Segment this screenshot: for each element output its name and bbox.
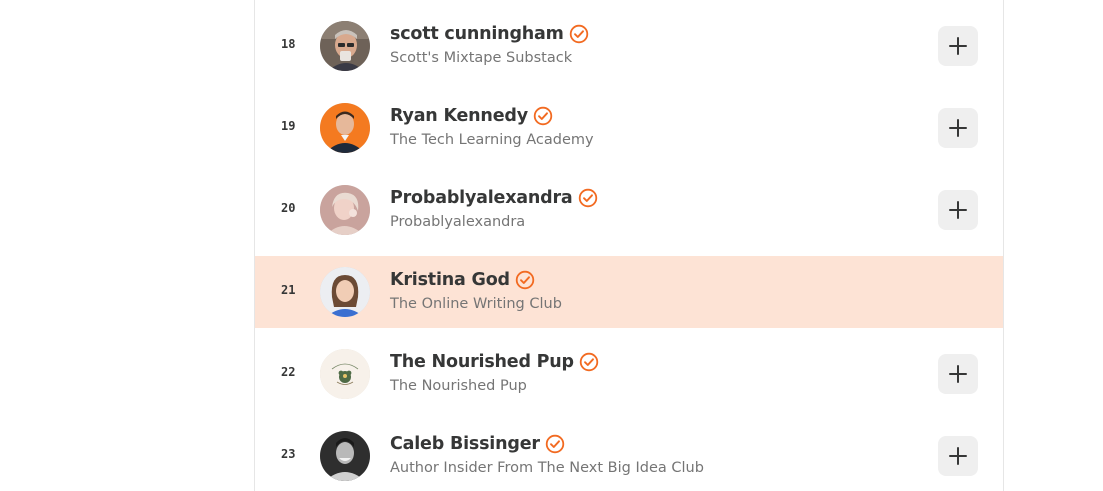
plus-icon <box>949 119 967 137</box>
verified-check-icon <box>579 352 599 372</box>
author-name[interactable]: Caleb Bissinger <box>390 434 540 454</box>
rank-number: 22 <box>281 365 296 379</box>
plus-icon <box>949 365 967 383</box>
add-subscribe-button[interactable] <box>938 108 978 148</box>
rank-number: 19 <box>281 119 296 133</box>
name-line: scott cunningham <box>390 21 589 47</box>
publication-name[interactable]: The Nourished Pup <box>390 378 527 394</box>
name-line: The Nourished Pup <box>390 349 599 375</box>
list-item[interactable]: 23 Caleb Bissinger Author Insider From T… <box>255 420 1003 491</box>
publication-name[interactable]: Author Insider From The Next Big Idea Cl… <box>390 460 704 476</box>
verified-check-icon <box>569 24 589 44</box>
avatar[interactable] <box>320 349 370 399</box>
author-name[interactable]: Probablyalexandra <box>390 188 573 208</box>
list-item[interactable]: 22 The Nourished Pup The Nourished Pup <box>255 338 1003 410</box>
plus-icon <box>949 37 967 55</box>
avatar[interactable] <box>320 21 370 71</box>
verified-check-icon <box>578 188 598 208</box>
add-subscribe-button[interactable] <box>938 436 978 476</box>
avatar[interactable] <box>320 267 370 317</box>
rank-number: 21 <box>281 283 296 297</box>
name-line: Caleb Bissinger <box>390 431 565 457</box>
publication-name[interactable]: The Online Writing Club <box>390 296 562 312</box>
author-name[interactable]: Ryan Kennedy <box>390 106 528 126</box>
name-line: Kristina God <box>390 267 535 293</box>
list-item[interactable]: 18 scott cunningham Scott's Mixtape Subs… <box>255 10 1003 82</box>
rank-number: 23 <box>281 447 296 461</box>
rank-number: 20 <box>281 201 296 215</box>
add-subscribe-button[interactable] <box>938 354 978 394</box>
verified-check-icon <box>545 434 565 454</box>
avatar[interactable] <box>320 431 370 481</box>
avatar[interactable] <box>320 103 370 153</box>
plus-icon <box>949 447 967 465</box>
plus-icon <box>949 201 967 219</box>
add-subscribe-button[interactable] <box>938 26 978 66</box>
avatar[interactable] <box>320 185 370 235</box>
leaderboard-list: 18 scott cunningham Scott's Mixtape Subs… <box>254 0 1004 491</box>
publication-name[interactable]: Probablyalexandra <box>390 214 525 230</box>
verified-check-icon <box>533 106 553 126</box>
rank-number: 18 <box>281 37 296 51</box>
verified-check-icon <box>515 270 535 290</box>
publication-name[interactable]: The Tech Learning Academy <box>390 132 594 148</box>
author-name[interactable]: scott cunningham <box>390 24 564 44</box>
add-subscribe-button[interactable] <box>938 190 978 230</box>
name-line: Probablyalexandra <box>390 185 598 211</box>
author-name[interactable]: Kristina God <box>390 270 510 290</box>
publication-name[interactable]: Scott's Mixtape Substack <box>390 50 572 66</box>
list-item[interactable]: 19 Ryan Kennedy The Tech Learning Academ… <box>255 92 1003 164</box>
list-item-highlighted[interactable]: 21 Kristina God The Online Writing Club <box>255 256 1003 328</box>
list-item[interactable]: 20 Probablyalexandra Probablyalexandra <box>255 174 1003 246</box>
author-name[interactable]: The Nourished Pup <box>390 352 574 372</box>
name-line: Ryan Kennedy <box>390 103 553 129</box>
nourished-pup-logo-icon <box>320 349 370 399</box>
